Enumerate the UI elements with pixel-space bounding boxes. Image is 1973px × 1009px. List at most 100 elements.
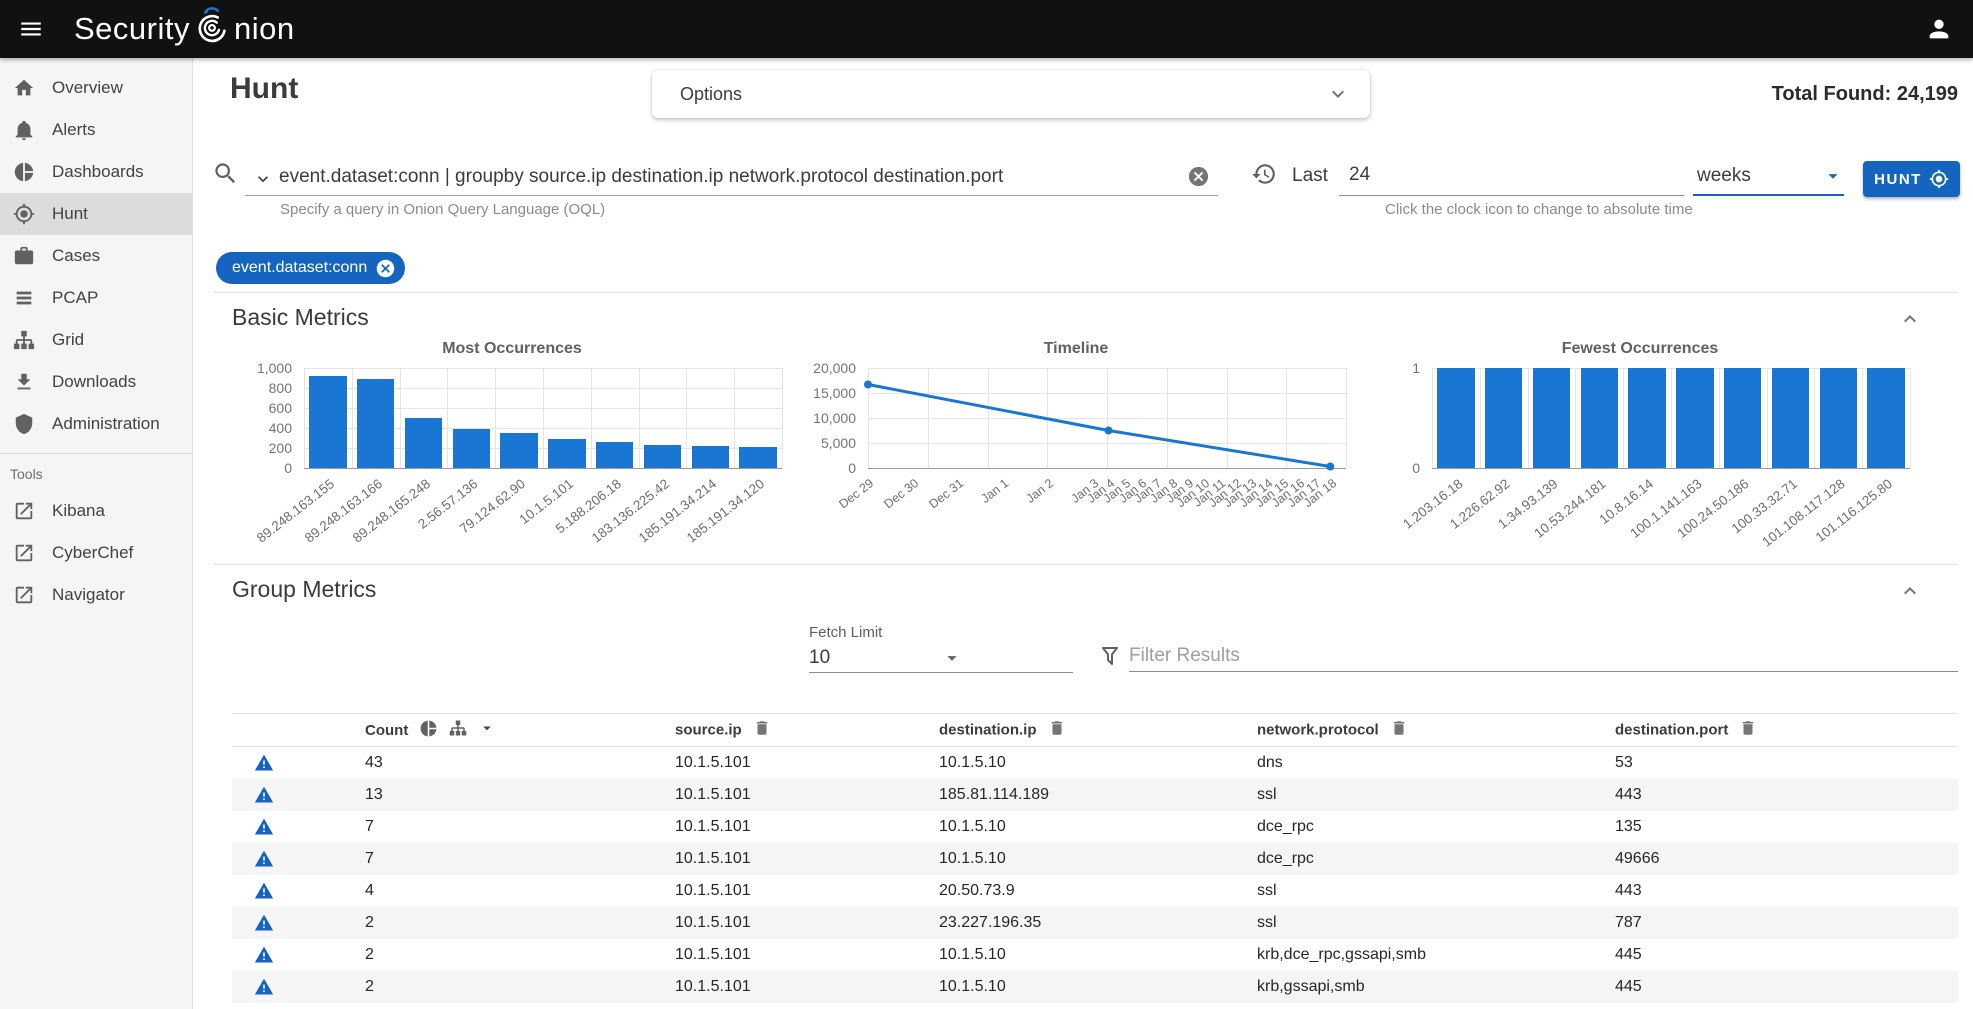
sidebar-item-overview[interactable]: Overview [0, 67, 192, 109]
sidebar-item-administration[interactable]: Administration [0, 403, 192, 445]
column-header-network-protocol: network.protocol [1257, 714, 1615, 747]
sidebar-item-kibana[interactable]: Kibana [0, 490, 192, 532]
table-row[interactable]: 4310.1.5.10110.1.5.10dns53 [232, 747, 1958, 779]
bar[interactable] [596, 442, 633, 468]
bar[interactable] [1676, 368, 1713, 468]
history-clock-icon[interactable] [1251, 161, 1277, 187]
time-range-label: Last [1292, 165, 1328, 187]
table-cell: 10.1.5.101 [675, 779, 939, 811]
warning-icon[interactable] [254, 817, 274, 837]
chart-title: Fewest Occurrences [1360, 340, 1920, 362]
table-cell: 49666 [1615, 843, 1958, 875]
sidebar-item-grid[interactable]: Grid [0, 319, 192, 361]
remove-column-icon[interactable] [1048, 719, 1066, 741]
table-row[interactable]: 210.1.5.10123.227.196.35ssl787 [232, 907, 1958, 939]
sidebar-item-downloads[interactable]: Downloads [0, 361, 192, 403]
remove-column-icon[interactable] [1739, 719, 1757, 741]
warning-icon[interactable] [254, 977, 274, 997]
y-axis-tick-label: 400 [232, 420, 292, 436]
table-row[interactable]: 710.1.5.10110.1.5.10dce_rpc49666 [232, 843, 1958, 875]
topbar: Security nion [0, 0, 1973, 58]
filter-results-input[interactable] [1129, 642, 1958, 670]
bar[interactable] [453, 429, 490, 468]
bar[interactable] [309, 376, 346, 468]
bar[interactable] [1485, 368, 1522, 468]
warning-icon[interactable] [254, 881, 274, 901]
query-dropdown-chevron-icon[interactable] [253, 169, 273, 189]
column-label: network.protocol [1257, 722, 1379, 739]
logo-text-suffix: nion [234, 11, 295, 47]
sidebar-item-label: Overview [52, 78, 123, 98]
remove-column-icon[interactable] [753, 719, 771, 741]
y-axis-tick-label: 600 [232, 400, 292, 416]
table-header-row: Countsource.ipdestination.ipnetwork.prot… [232, 714, 1958, 747]
table-row[interactable]: 710.1.5.10110.1.5.10dce_rpc135 [232, 811, 1958, 843]
sidebar-item-alerts[interactable]: Alerts [0, 109, 192, 151]
query-input[interactable] [279, 160, 1181, 194]
list-icon [13, 287, 35, 309]
warning-icon[interactable] [254, 913, 274, 933]
tools-section-label: Tools [0, 460, 192, 490]
chip-close-icon[interactable] [375, 258, 396, 279]
table-cell: 10.1.5.101 [675, 843, 939, 875]
collapse-group-metrics-icon[interactable] [1898, 579, 1922, 603]
pie-chart-toggle-icon[interactable] [419, 719, 438, 742]
bar[interactable] [739, 447, 776, 469]
table-cell: 7 [365, 811, 675, 843]
crosshair-icon [13, 203, 35, 225]
sidebar-item-cases[interactable]: Cases [0, 235, 192, 277]
x-axis-tick-label: Dec 30 [882, 476, 922, 511]
table-row[interactable]: 1310.1.5.101185.81.114.189ssl443 [232, 779, 1958, 811]
bar[interactable] [405, 418, 442, 468]
y-axis-tick-label: 15,000 [796, 385, 856, 401]
data-point [1105, 427, 1113, 435]
bar[interactable] [1437, 368, 1474, 468]
group-view-caret-icon[interactable] [478, 719, 496, 741]
user-icon[interactable] [1925, 15, 1953, 43]
bar[interactable] [1867, 368, 1904, 468]
menu-icon[interactable] [18, 16, 44, 42]
filter-chip[interactable]: event.dataset:conn [216, 252, 405, 284]
sidebar-item-label: CyberChef [52, 543, 133, 563]
chart-title: Most Occurrences [232, 340, 792, 362]
search-icon[interactable] [212, 160, 239, 192]
options-dropdown[interactable]: Options [652, 70, 1370, 118]
timeline-line [868, 368, 1346, 468]
sidebar-item-navigator[interactable]: Navigator [0, 574, 192, 616]
table-cell: 4 [365, 875, 675, 907]
table-row[interactable]: 210.1.5.10110.1.5.10krb,gssapi,smb445 [232, 971, 1958, 1003]
warning-icon[interactable] [254, 753, 274, 773]
group-view-icon[interactable] [449, 719, 467, 741]
bar[interactable] [1820, 368, 1857, 468]
sidebar-item-pcap[interactable]: PCAP [0, 277, 192, 319]
sidebar-item-dashboards[interactable]: Dashboards [0, 151, 192, 193]
bar[interactable] [1724, 368, 1761, 468]
bar[interactable] [1772, 368, 1809, 468]
bar[interactable] [548, 439, 585, 469]
sidebar-item-hunt[interactable]: Hunt [0, 193, 192, 235]
hunt-button[interactable]: HUNT [1863, 161, 1960, 197]
bar[interactable] [1581, 368, 1618, 468]
warning-icon[interactable] [254, 849, 274, 869]
bar[interactable] [1533, 368, 1570, 468]
bell-icon [13, 119, 35, 141]
bar[interactable] [644, 445, 681, 469]
bar[interactable] [1628, 368, 1665, 468]
bar[interactable] [357, 379, 394, 468]
remove-column-icon[interactable] [1390, 719, 1408, 741]
sidebar-item-label: Cases [52, 246, 100, 266]
download-icon [13, 371, 35, 393]
warning-icon[interactable] [254, 785, 274, 805]
clear-query-button[interactable] [1187, 165, 1210, 188]
sidebar-item-cyberchef[interactable]: CyberChef [0, 532, 192, 574]
time-unit-select[interactable]: weeks [1693, 158, 1844, 196]
warning-icon[interactable] [254, 945, 274, 965]
bar[interactable] [692, 446, 729, 469]
time-value-input[interactable] [1339, 158, 1684, 192]
fetch-limit-select[interactable]: Fetch Limit 10 [809, 624, 1073, 673]
table-row[interactable]: 410.1.5.10120.50.73.9ssl443 [232, 875, 1958, 907]
sidebar-item-label: Alerts [52, 120, 95, 140]
collapse-basic-metrics-icon[interactable] [1898, 307, 1922, 331]
table-row[interactable]: 210.1.5.10110.1.5.10krb,dce_rpc,gssapi,s… [232, 939, 1958, 971]
bar[interactable] [500, 433, 537, 468]
